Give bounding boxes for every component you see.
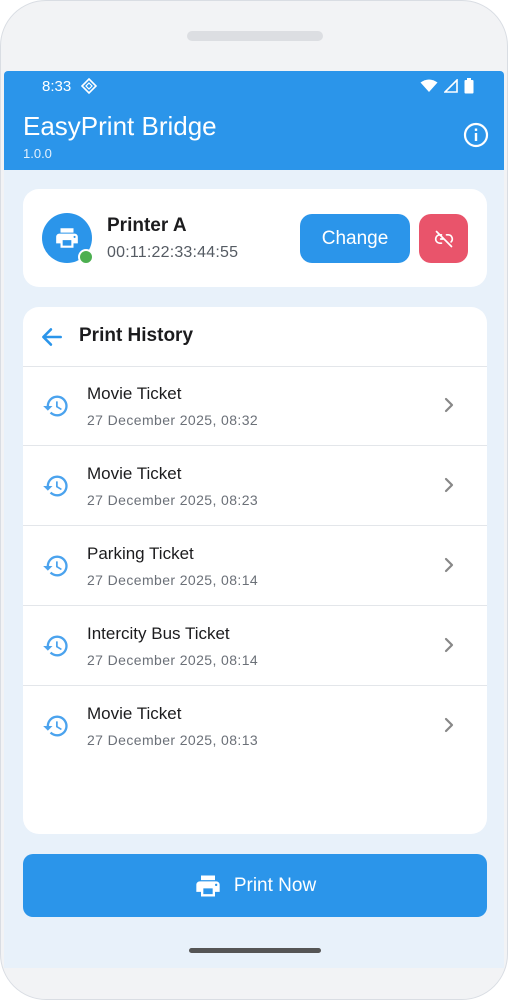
history-header: Print History <box>23 307 487 367</box>
printer-icon <box>196 875 220 896</box>
history-item-date: 27 December 2025, 08:32 <box>87 412 259 428</box>
change-printer-button[interactable]: Change <box>300 214 410 263</box>
status-time: 8:33 <box>42 78 72 95</box>
app-version: 1.0.0 <box>23 146 52 161</box>
history-item[interactable]: Movie Ticket 27 December 2025, 08:32 <box>23 366 487 446</box>
online-status-dot <box>78 249 94 265</box>
history-title: Print History <box>79 325 194 346</box>
printer-name: Printer A <box>107 215 187 236</box>
printer-icon <box>56 228 78 248</box>
history-item-date: 27 December 2025, 08:23 <box>87 492 259 508</box>
app-title: EasyPrint Bridge <box>23 111 217 141</box>
disconnect-printer-button[interactable] <box>419 214 468 263</box>
history-icon <box>43 395 68 417</box>
history-item-date: 27 December 2025, 08:14 <box>87 572 259 588</box>
phone-speaker <box>187 31 323 41</box>
history-item[interactable]: Movie Ticket 27 December 2025, 08:23 <box>23 446 487 526</box>
chevron-right-icon <box>444 397 454 413</box>
history-item-title: Movie Ticket <box>87 384 182 403</box>
history-item-title: Parking Ticket <box>87 544 194 563</box>
status-bar: 8:33 <box>4 71 504 101</box>
history-item[interactable]: Parking Ticket 27 December 2025, 08:14 <box>23 526 487 606</box>
history-item-date: 27 December 2025, 08:13 <box>87 732 259 748</box>
history-icon <box>43 715 68 737</box>
history-item-title: Movie Ticket <box>87 464 182 483</box>
location-diamond-icon <box>81 78 97 94</box>
history-icon <box>43 555 68 577</box>
status-icons <box>420 78 474 94</box>
history-icon <box>43 635 68 657</box>
signal-icon <box>444 79 458 93</box>
chevron-right-icon <box>444 637 454 653</box>
print-now-label: Print Now <box>233 874 317 896</box>
history-list: Movie Ticket 27 December 2025, 08:32 Mov… <box>23 366 487 765</box>
battery-icon <box>464 78 474 94</box>
history-icon <box>43 475 68 497</box>
history-item[interactable]: Intercity Bus Ticket 27 December 2025, 0… <box>23 606 487 686</box>
app-screen: 8:33 EasyPrint Bridge 1.0.0 Printer A 00… <box>4 71 504 968</box>
app-bar: 8:33 EasyPrint Bridge 1.0.0 <box>4 71 504 170</box>
navigation-handle[interactable] <box>189 948 321 953</box>
history-item-title: Intercity Bus Ticket <box>87 624 230 643</box>
wifi-icon <box>420 79 438 92</box>
arrow-left-icon[interactable] <box>39 324 65 350</box>
info-icon[interactable] <box>462 121 490 149</box>
history-item-title: Movie Ticket <box>87 704 182 723</box>
print-now-button[interactable]: Print Now <box>23 854 487 917</box>
chevron-right-icon <box>444 717 454 733</box>
phone-frame: 8:33 EasyPrint Bridge 1.0.0 Printer A 00… <box>0 0 508 1000</box>
link-off-icon <box>434 230 453 247</box>
printer-mac-address: 00:11:22:33:44:55 <box>107 244 239 261</box>
history-item[interactable]: Movie Ticket 27 December 2025, 08:13 <box>23 686 487 765</box>
chevron-right-icon <box>444 557 454 573</box>
history-item-date: 27 December 2025, 08:14 <box>87 652 259 668</box>
chevron-right-icon <box>444 477 454 493</box>
print-history-card: Print History Movie Ticket 27 December 2… <box>23 307 487 834</box>
printer-card: Printer A 00:11:22:33:44:55 Change <box>23 189 487 287</box>
